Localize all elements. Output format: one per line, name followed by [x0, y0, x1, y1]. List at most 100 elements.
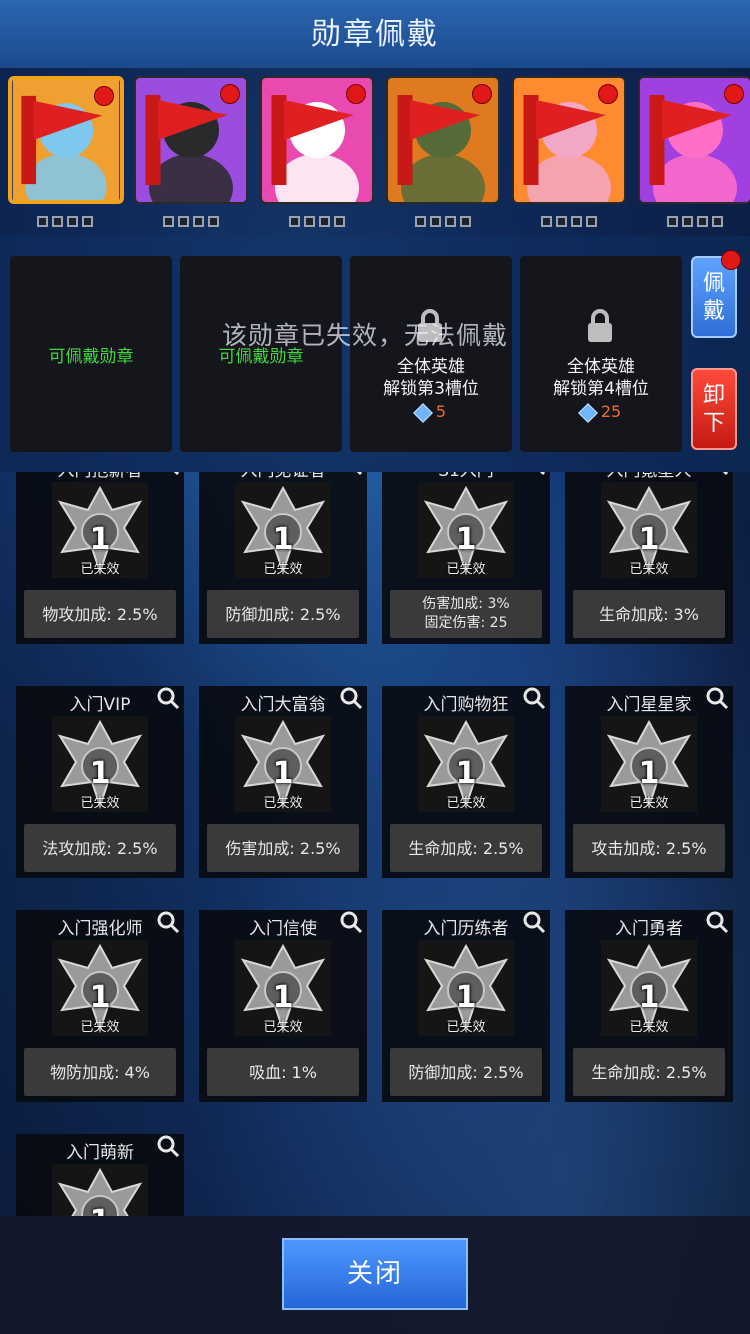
medal-card[interactable]: 入门见证者1已失效防御加成: 2.5%: [199, 472, 367, 644]
medal-card[interactable]: 入门氪星人1已失效生命加成: 3%: [565, 472, 733, 644]
invalid-medal-toast: 该勋章已失效，无法佩戴: [222, 321, 509, 350]
medal-status: 已失效: [629, 796, 669, 811]
medal-slot-2[interactable]: 可佩戴勋章: [180, 256, 342, 452]
remove-button[interactable]: 卸 下: [691, 368, 737, 450]
medal-emblem: 1已失效: [235, 716, 331, 812]
slot-unlock-text: 解锁第3槽位: [383, 379, 479, 399]
magnifier-icon[interactable]: [156, 472, 180, 476]
medal-attribute: 生命加成: 2.5%: [408, 838, 524, 858]
magnifier-icon[interactable]: [339, 910, 363, 934]
medal-attribute: 伤害加成: 3%: [422, 596, 510, 612]
medal-level: 1: [272, 522, 294, 557]
hero-medal-slots: [512, 212, 626, 227]
medal-status: 已失效: [446, 796, 486, 811]
medal-attribute: 生命加成: 2.5%: [591, 1062, 707, 1082]
magnifier-icon[interactable]: [339, 686, 363, 710]
close-button[interactable]: 关闭: [282, 1238, 468, 1310]
hero-portrait: [512, 76, 626, 204]
medal-card[interactable]: 入门VIP 1 已失效 法攻加成: 2.5%: [16, 686, 184, 878]
hero-medal-slots: [134, 212, 248, 227]
magnifier-icon[interactable]: [705, 686, 729, 710]
medal-card[interactable]: 入门购物狂 1 已失效 生命加成: 2.5%: [382, 686, 550, 878]
medal-attribute: 法攻加成: 2.5%: [42, 838, 158, 858]
medal-attribute-box: 伤害加成: 2.5%: [207, 824, 359, 872]
medal-status: 已失效: [263, 796, 303, 811]
medal-level: 1: [455, 522, 477, 557]
medal-emblem: 1已失效: [601, 482, 697, 578]
medal-card[interactable]: S1入门1已失效伤害加成: 3%固定伤害: 25: [382, 472, 550, 644]
bottom-bar: 关闭: [0, 1216, 750, 1334]
magnifier-icon[interactable]: [339, 472, 363, 476]
medal-level: 1: [272, 980, 294, 1015]
hero-card-6[interactable]: [638, 76, 750, 227]
page-title: 勋章佩戴: [311, 17, 439, 52]
medal-slot-1[interactable]: 可佩戴勋章: [10, 256, 172, 452]
medal-level: 1: [638, 756, 660, 791]
notification-dot: [346, 84, 366, 104]
hero-portrait: [134, 76, 248, 204]
medal-level: 1: [89, 980, 111, 1015]
hero-card-3[interactable]: [260, 76, 374, 227]
medal-attribute: 防御加成: 2.5%: [408, 1062, 524, 1082]
medal-emblem: 1已失效: [52, 1164, 148, 1216]
notification-dot: [598, 84, 618, 104]
notification-dot: [724, 84, 744, 104]
medal-card[interactable]: 入门历练者 1 已失效 防御加成: 2.5%: [382, 910, 550, 1102]
medal-card[interactable]: 入门勇者 1 已失效 生命加成: 2.5%: [565, 910, 733, 1102]
medal-card[interactable]: 入门强化师 1 已失效 物防加成: 4%: [16, 910, 184, 1102]
medal-card[interactable]: 入门星星家 1 已失效 攻击加成: 2.5%: [565, 686, 733, 878]
medal-status: 已失效: [263, 1020, 303, 1035]
hero-medal-slots: [8, 212, 122, 227]
medal-card[interactable]: 入门抱薪者1已失效物攻加成: 2.5%: [16, 472, 184, 644]
hero-card-1[interactable]: [8, 76, 124, 227]
hero-card-4[interactable]: [386, 76, 500, 227]
medal-slot-4-locked[interactable]: 全体英雄 解锁第4槽位 25: [520, 256, 682, 452]
medal-card[interactable]: 入门大富翁 1 已失效 伤害加成: 2.5%: [199, 686, 367, 878]
medal-attribute-box: 防御加成: 2.5%: [207, 590, 359, 638]
medal-card[interactable]: 入门信使 1 已失效 吸血: 1%: [199, 910, 367, 1102]
magnifier-icon[interactable]: [522, 472, 546, 476]
medal-status: 已失效: [629, 562, 669, 577]
magnifier-icon[interactable]: [705, 910, 729, 934]
medal-attribute: 攻击加成: 2.5%: [591, 838, 707, 858]
medal-level: 1: [638, 980, 660, 1015]
magnifier-icon[interactable]: [156, 686, 180, 710]
medal-emblem: 1 已失效: [601, 716, 697, 812]
medal-attribute-box: 伤害加成: 3% 固定伤害: 25: [390, 590, 542, 638]
medal-attribute: 生命加成: 3%: [599, 604, 699, 624]
magnifier-icon[interactable]: [156, 1134, 180, 1158]
medal-slot-3-locked[interactable]: 全体英雄 解锁第3槽位 5: [350, 256, 512, 452]
wear-button[interactable]: 佩 戴: [691, 250, 741, 338]
lock-icon: [588, 309, 612, 342]
medal-attribute-box: 物攻加成: 2.5%: [24, 590, 176, 638]
medal-status: 已失效: [80, 562, 120, 577]
medal-status: 已失效: [263, 562, 303, 577]
slot-unlock-text: 解锁第4槽位: [553, 379, 649, 399]
hero-card-5[interactable]: [512, 76, 626, 227]
notification-dot: [94, 86, 114, 106]
gem-icon: [413, 402, 433, 423]
notification-dot: [472, 84, 492, 104]
magnifier-icon[interactable]: [522, 910, 546, 934]
medal-status: 已失效: [629, 1020, 669, 1035]
medal-attribute-box: 攻击加成: 2.5%: [573, 824, 725, 872]
hero-portrait: [638, 76, 750, 204]
medal-slot-panel: 可佩戴勋章 可佩戴勋章 全体英雄 解锁第3槽位 5 全体英雄 解锁第4槽位 25: [0, 236, 750, 472]
hero-card-2[interactable]: [134, 76, 248, 227]
medal-level: 1: [52, 1204, 148, 1216]
medal-card[interactable]: 入门萌新1已失效: [16, 1134, 184, 1216]
medal-attribute-box: 法攻加成: 2.5%: [24, 824, 176, 872]
medal-emblem: 1 已失效: [52, 940, 148, 1036]
medal-attribute-box: 生命加成: 2.5%: [573, 1048, 725, 1096]
medal-attribute-box: 生命加成: 2.5%: [390, 824, 542, 872]
medal-level: 1: [455, 980, 477, 1015]
medal-status: 已失效: [446, 562, 486, 577]
medal-status: 已失效: [80, 1020, 120, 1035]
medal-status: 已失效: [446, 1020, 486, 1035]
slot-unlock-scope: 全体英雄: [567, 357, 635, 377]
magnifier-icon[interactable]: [522, 686, 546, 710]
medal-emblem: 1已失效: [52, 482, 148, 578]
magnifier-icon[interactable]: [705, 472, 729, 476]
slot-unlock-cost: 25: [600, 402, 622, 421]
magnifier-icon[interactable]: [156, 910, 180, 934]
